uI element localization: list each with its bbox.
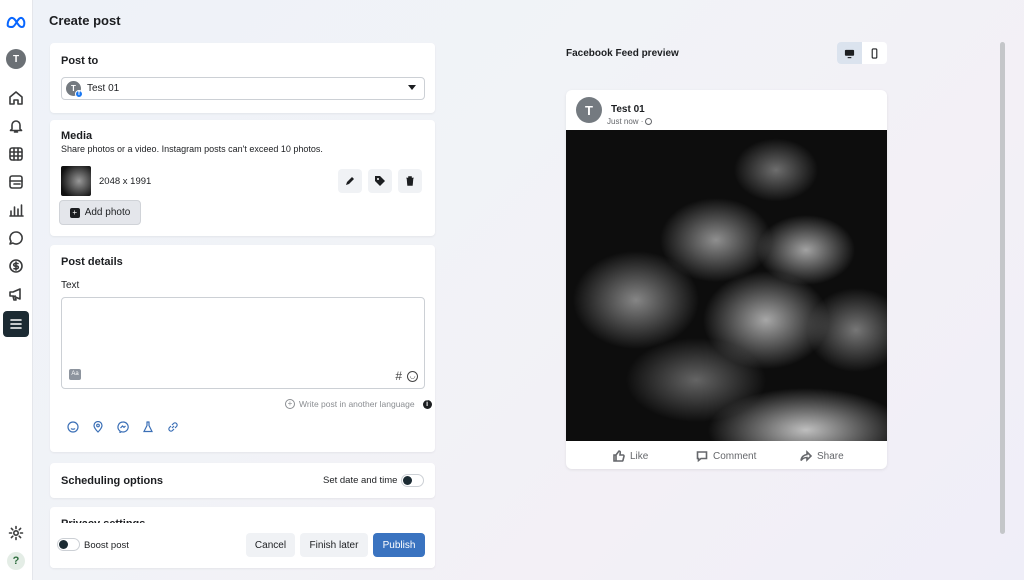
- set-date-toggle[interactable]: [401, 474, 424, 487]
- like-label: Like: [630, 450, 649, 462]
- scrollbar[interactable]: [1000, 42, 1005, 534]
- like-action[interactable]: Like: [613, 450, 648, 462]
- help-question-icon: ?: [7, 552, 25, 570]
- add-language-icon: +: [285, 399, 295, 409]
- globe-icon: [645, 118, 653, 125]
- account-avatar: T f: [66, 81, 83, 98]
- thumbs-up-icon: [613, 450, 625, 462]
- media-description: Share photos or a video. Instagram posts…: [61, 144, 323, 154]
- share-action[interactable]: Share: [800, 450, 844, 462]
- avatar: T: [6, 49, 26, 69]
- boost-post-toggle[interactable]: [57, 538, 80, 551]
- meta-logo-icon[interactable]: [5, 11, 27, 33]
- mobile-phone-icon: [871, 47, 878, 59]
- finish-later-button[interactable]: Finish later: [300, 533, 368, 557]
- pencil-icon: [346, 177, 354, 185]
- set-date-label: Set date and time: [323, 475, 398, 486]
- scheduling-section: Scheduling options Set date and time: [50, 463, 435, 498]
- desktop-preview-button[interactable]: [837, 42, 862, 64]
- feeling-emoji-icon[interactable]: [67, 421, 79, 433]
- page-title: Create post: [49, 13, 121, 28]
- comment-label: Comment: [713, 450, 757, 462]
- media-section: Media Share photos or a video. Instagram…: [50, 120, 435, 236]
- home-icon[interactable]: [5, 87, 27, 109]
- feed-preview-card: T Test 01 Just now · Like Comment Share: [566, 90, 887, 469]
- hashtag-icon[interactable]: #: [395, 369, 402, 383]
- preview-timestamp: Just now ·: [607, 117, 644, 126]
- boost-post-label: Boost post: [84, 540, 129, 551]
- desktop-icon: [844, 49, 855, 58]
- post-to-heading: Post to: [61, 55, 99, 67]
- link-icon[interactable]: [167, 421, 179, 433]
- comment-action[interactable]: Comment: [696, 450, 756, 462]
- share-arrow-icon: [800, 450, 812, 462]
- text-label: Text: [61, 280, 80, 291]
- share-label: Share: [817, 450, 844, 462]
- account-name: Test 01: [87, 83, 120, 94]
- post-details-section: Post details Text Aa # ◡ + Write post in…: [50, 245, 435, 452]
- location-pin-icon[interactable]: [92, 421, 104, 433]
- footer-section: Privacy settings Boost post Cancel Finis…: [50, 507, 435, 568]
- preview-avatar: T: [576, 97, 602, 123]
- account-selector[interactable]: T f Test 01: [61, 77, 425, 100]
- delete-media-button[interactable]: [398, 169, 422, 193]
- action-bar: Boost post Cancel Finish later Publish: [50, 523, 435, 568]
- content-grid-icon[interactable]: [5, 143, 27, 165]
- ads-megaphone-icon[interactable]: [5, 283, 27, 305]
- preview-meta: Just now ·: [607, 117, 653, 126]
- media-heading: Media: [61, 130, 93, 142]
- inbox-icon[interactable]: [5, 227, 27, 249]
- emoji-icon[interactable]: ◡: [407, 371, 418, 382]
- all-tools-menu-icon[interactable]: [3, 311, 29, 337]
- edit-media-button[interactable]: [338, 169, 362, 193]
- posts-icon[interactable]: [5, 171, 27, 193]
- add-photo-icon: +: [69, 207, 80, 218]
- publish-button[interactable]: Publish: [373, 533, 425, 557]
- preview-author: Test 01: [611, 104, 645, 115]
- add-photo-button[interactable]: + Add photo: [59, 200, 141, 225]
- preview-device-toggle: [837, 42, 887, 64]
- chevron-down-icon: [408, 85, 416, 90]
- scheduling-heading: Scheduling options: [61, 475, 164, 487]
- info-icon[interactable]: i: [422, 399, 432, 409]
- notifications-icon[interactable]: [5, 115, 27, 137]
- settings-gear-icon[interactable]: [5, 522, 27, 544]
- monetization-icon[interactable]: [5, 255, 27, 277]
- post-to-section: Post to T f Test 01: [50, 43, 435, 113]
- tag-icon: [375, 176, 385, 186]
- insights-icon[interactable]: [5, 199, 27, 221]
- preview-image: [566, 130, 887, 441]
- ai-text-icon[interactable]: Aa: [69, 369, 81, 380]
- media-thumbnail[interactable]: [61, 166, 91, 196]
- facebook-badge-icon: f: [75, 90, 83, 98]
- preview-heading: Facebook Feed preview: [566, 48, 679, 59]
- tag-media-button[interactable]: [368, 169, 392, 193]
- help-icon[interactable]: ?: [5, 550, 27, 572]
- trash-icon: [406, 176, 414, 186]
- media-dimensions: 2048 x 1991: [99, 176, 152, 187]
- cancel-button[interactable]: Cancel: [246, 533, 295, 557]
- messenger-icon[interactable]: [117, 421, 129, 433]
- mobile-preview-button[interactable]: [862, 42, 887, 64]
- comment-icon: [696, 451, 708, 462]
- post-details-heading: Post details: [61, 256, 123, 268]
- translate-link[interactable]: + Write post in another language i: [285, 399, 432, 409]
- post-extras-toolbar: [67, 421, 179, 433]
- post-text-area[interactable]: Aa # ◡: [61, 297, 425, 389]
- translate-link-label: Write post in another language: [299, 399, 415, 409]
- flask-test-icon[interactable]: [142, 421, 154, 433]
- navigation-rail: T ?: [0, 0, 33, 580]
- profile-avatar[interactable]: T: [5, 48, 27, 70]
- add-photo-label: Add photo: [84, 207, 131, 218]
